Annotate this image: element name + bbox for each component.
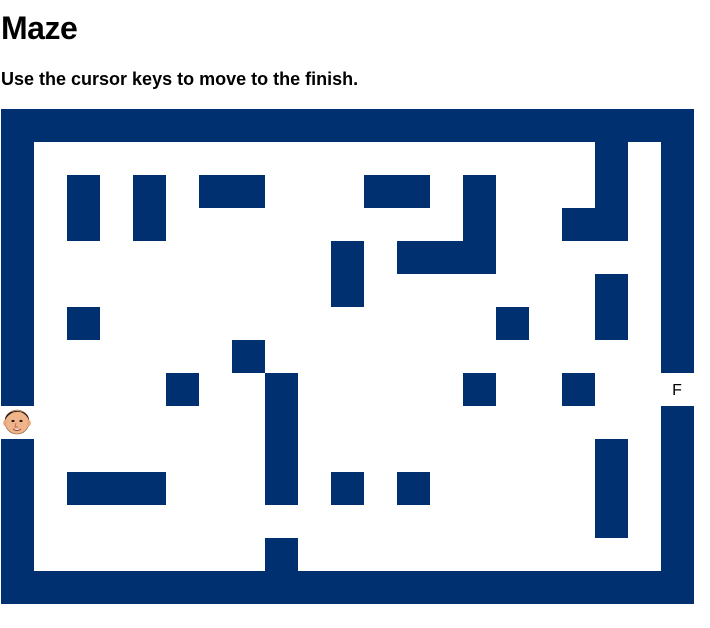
maze-corridor: [595, 406, 628, 439]
maze-corridor: [331, 307, 364, 472]
maze-corridor: [298, 208, 364, 241]
maze-corridor: [265, 340, 298, 373]
maze-corridor: [100, 175, 133, 208]
maze-corridor: [628, 406, 661, 538]
maze-corridor: [34, 538, 265, 571]
maze-corridor: [562, 142, 595, 208]
page-title: Maze: [1, 10, 78, 46]
maze-corridor: [595, 241, 628, 274]
maze-corridor: [67, 241, 265, 274]
maze-corridor: [463, 406, 496, 538]
maze-corridor: [331, 505, 463, 538]
maze-corridor: [562, 406, 595, 538]
maze-corridor: [166, 406, 199, 472]
maze-corridor: [67, 340, 199, 373]
maze-corridor: [67, 406, 166, 439]
maze-board[interactable]: F: [1, 109, 694, 604]
maze-corridor: [397, 307, 496, 340]
maze-corridor: [562, 241, 595, 340]
maze-corridor: [397, 340, 430, 472]
maze-corridor: [430, 175, 463, 241]
finish-marker: F: [672, 382, 682, 399]
instructions-text: Use the cursor keys to move to the finis…: [1, 69, 359, 89]
maze-corridor: [529, 373, 562, 571]
maze-corridor: [298, 538, 529, 571]
maze-corridor: [67, 505, 298, 538]
maze-corridor: [331, 142, 364, 208]
maze-corridor: [298, 307, 331, 538]
maze-corridor: [364, 241, 397, 307]
maze-corridor: [529, 142, 562, 373]
maze-corridor: [67, 142, 133, 175]
maze-corridor: [166, 175, 199, 241]
maze-corridor: [430, 406, 463, 505]
maze-corridor: [364, 307, 397, 505]
maze-corridor: [595, 340, 628, 406]
maze-corridor: [133, 142, 331, 175]
maze-corridor: [298, 241, 331, 307]
maze-corridors: [1, 142, 694, 571]
maze-svg: F: [1, 109, 694, 604]
maze-corridor: [232, 307, 265, 340]
maze-corridor: [463, 340, 496, 373]
maze-corridor: [67, 373, 166, 406]
maze-corridor: [34, 274, 133, 307]
maze-corridor: [628, 373, 694, 406]
maze-corridor: [496, 340, 529, 538]
maze-corridor: [232, 373, 265, 505]
maze-corridor: [562, 538, 661, 571]
finish-label: F: [672, 382, 682, 399]
maze-corridor: [199, 208, 265, 241]
maze-corridor: [166, 472, 199, 505]
maze-corridor: [628, 142, 661, 373]
